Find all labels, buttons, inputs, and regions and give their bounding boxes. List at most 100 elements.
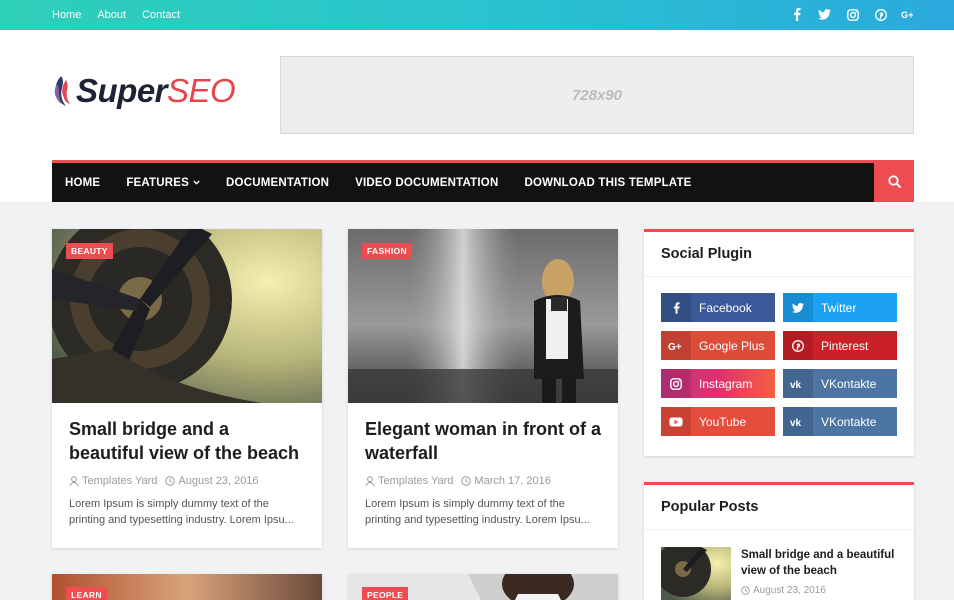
post-thumbnail[interactable]: BEAUTY xyxy=(52,229,322,403)
post-meta: Templates Yard March 17, 2016 xyxy=(348,465,618,487)
instagram-icon[interactable] xyxy=(845,7,860,22)
twitter-icon[interactable] xyxy=(817,7,832,22)
nav-item-download-template-label: DOWNLOAD THIS TEMPLATE xyxy=(524,176,692,189)
top-nav: Home About Contact xyxy=(52,9,180,21)
post-date: August 23, 2016 xyxy=(165,475,259,487)
youtube-icon xyxy=(661,407,691,436)
logo-text: SuperSEO xyxy=(76,72,236,110)
clock-icon xyxy=(165,476,176,486)
top-social-links: G+ xyxy=(789,7,916,22)
ad-banner-size: 728x90 xyxy=(571,86,623,104)
site-header: SuperSEO 728x90 HOME FEATURES DOCUMENTAT… xyxy=(0,30,954,202)
top-nav-contact-link[interactable]: Contact xyxy=(142,9,180,21)
popular-posts-title: Popular Posts xyxy=(644,485,914,530)
social-buttons-grid: Facebook Twitter G+ Google Plus Pinteres… xyxy=(644,277,914,452)
pinterest-icon[interactable] xyxy=(873,7,888,22)
post-card[interactable]: FASHION Elegant woman in front of a wate… xyxy=(348,229,618,548)
search-button[interactable] xyxy=(874,160,914,202)
nav-item-video-documentation[interactable]: VIDEO DOCUMENTATION xyxy=(355,177,498,189)
nav-item-documentation[interactable]: DOCUMENTATION xyxy=(226,177,329,189)
social-button-vkontakte[interactable]: vk VKontakte xyxy=(783,369,897,398)
user-icon xyxy=(365,475,375,487)
post-card[interactable]: PEOPLE xyxy=(348,574,618,600)
logo-flame-icon xyxy=(54,76,70,106)
post-author-name: Templates Yard xyxy=(82,475,158,487)
social-button-twitter[interactable]: Twitter xyxy=(783,293,897,322)
social-button-label: Google Plus xyxy=(699,338,765,353)
post-author[interactable]: Templates Yard xyxy=(365,475,453,487)
social-button-youtube[interactable]: YouTube xyxy=(661,407,775,436)
post-date: March 17, 2016 xyxy=(461,475,551,487)
social-button-pinterest[interactable]: Pinterest xyxy=(783,331,897,360)
user-icon xyxy=(69,475,79,487)
instagram-icon xyxy=(661,369,691,398)
ad-banner[interactable]: 728x90 xyxy=(280,56,914,134)
popular-post-info: Small bridge and a beautiful view of the… xyxy=(741,547,897,600)
nav-item-documentation-label: DOCUMENTATION xyxy=(226,176,330,189)
social-button-label: YouTube xyxy=(699,414,747,429)
facebook-icon[interactable] xyxy=(789,7,804,22)
social-button-google-plus[interactable]: G+ Google Plus xyxy=(661,331,775,360)
popular-posts-widget: Popular Posts Small bridge and a beautif… xyxy=(644,482,914,600)
svg-text:vk: vk xyxy=(790,418,802,427)
post-title[interactable]: Small bridge and a beautiful view of the… xyxy=(52,403,322,465)
nav-item-features-label: FEATURES xyxy=(126,176,190,189)
social-button-label: Facebook xyxy=(699,300,752,315)
social-button-vkontakte[interactable]: vk VKontakte xyxy=(783,407,897,436)
top-nav-about-link[interactable]: About xyxy=(97,9,126,21)
popular-post-date: August 23, 2016 xyxy=(741,585,897,596)
top-bar: Home About Contact G+ xyxy=(0,0,954,30)
main-nav: HOME FEATURES DOCUMENTATION VIDEO DOCUME… xyxy=(52,160,914,202)
chevron-down-icon xyxy=(193,180,200,185)
post-title[interactable]: Elegant woman in front of a waterfall xyxy=(348,403,618,465)
svg-text:G+: G+ xyxy=(668,342,682,351)
top-nav-home-link[interactable]: Home xyxy=(52,9,81,21)
nav-item-home-label: HOME xyxy=(65,176,101,189)
social-plugin-widget: Social Plugin Facebook Twitter G+ Google… xyxy=(644,229,914,456)
nav-item-download-template[interactable]: DOWNLOAD THIS TEMPLATE xyxy=(524,177,691,189)
post-thumbnail[interactable]: LEARN xyxy=(52,574,322,600)
search-icon xyxy=(887,174,901,188)
svg-text:G+: G+ xyxy=(901,10,913,20)
post-meta: Templates Yard August 23, 2016 xyxy=(52,465,322,487)
google-plus-icon[interactable]: G+ xyxy=(901,7,916,22)
post-excerpt: Lorem Ipsum is simply dummy text of the … xyxy=(69,498,294,526)
clock-icon xyxy=(461,476,472,486)
clock-icon xyxy=(741,586,750,595)
social-button-label: Pinterest xyxy=(821,338,869,353)
nav-item-video-documentation-label: VIDEO DOCUMENTATION xyxy=(355,176,499,189)
social-button-instagram[interactable]: Instagram xyxy=(661,369,775,398)
post-category-label[interactable]: FASHION xyxy=(362,243,412,259)
post-card[interactable]: LEARN xyxy=(52,574,322,600)
logo-text-seo: SEO xyxy=(167,72,236,109)
social-button-label: VKontakte xyxy=(821,376,877,391)
post-category-label[interactable]: BEAUTY xyxy=(66,243,113,259)
site-logo[interactable]: SuperSEO xyxy=(52,72,236,110)
post-thumbnail[interactable]: PEOPLE xyxy=(348,574,618,600)
social-plugin-title: Social Plugin xyxy=(644,232,914,277)
post-author-name: Templates Yard xyxy=(378,475,454,487)
post-thumbnail[interactable]: FASHION xyxy=(348,229,618,403)
post-date-text: August 23, 2016 xyxy=(178,475,259,487)
post-author[interactable]: Templates Yard xyxy=(69,475,157,487)
svg-text:vk: vk xyxy=(790,380,802,389)
popular-post-thumbnail[interactable] xyxy=(661,547,731,600)
social-button-label: Twitter xyxy=(821,300,857,315)
popular-post-item[interactable]: Small bridge and a beautiful view of the… xyxy=(644,530,914,600)
twitter-icon xyxy=(783,293,813,322)
vk-icon: vk xyxy=(783,407,813,436)
popular-post-image xyxy=(661,547,731,600)
vk-icon: vk xyxy=(783,369,813,398)
popular-post-title[interactable]: Small bridge and a beautiful view of the… xyxy=(741,547,897,579)
post-date-text: March 17, 2016 xyxy=(474,475,551,487)
pinterest-icon xyxy=(783,331,813,360)
social-button-facebook[interactable]: Facebook xyxy=(661,293,775,322)
nav-item-home[interactable]: HOME xyxy=(65,177,100,189)
post-category-label[interactable]: PEOPLE xyxy=(362,587,409,600)
nav-item-features[interactable]: FEATURES xyxy=(126,177,200,189)
google-plus-icon: G+ xyxy=(661,331,691,360)
post-card[interactable]: BEAUTY Small bridge and a beautiful view… xyxy=(52,229,322,548)
social-button-label: Instagram xyxy=(699,376,753,391)
logo-text-super: Super xyxy=(76,72,168,109)
post-category-label[interactable]: LEARN xyxy=(66,587,107,600)
